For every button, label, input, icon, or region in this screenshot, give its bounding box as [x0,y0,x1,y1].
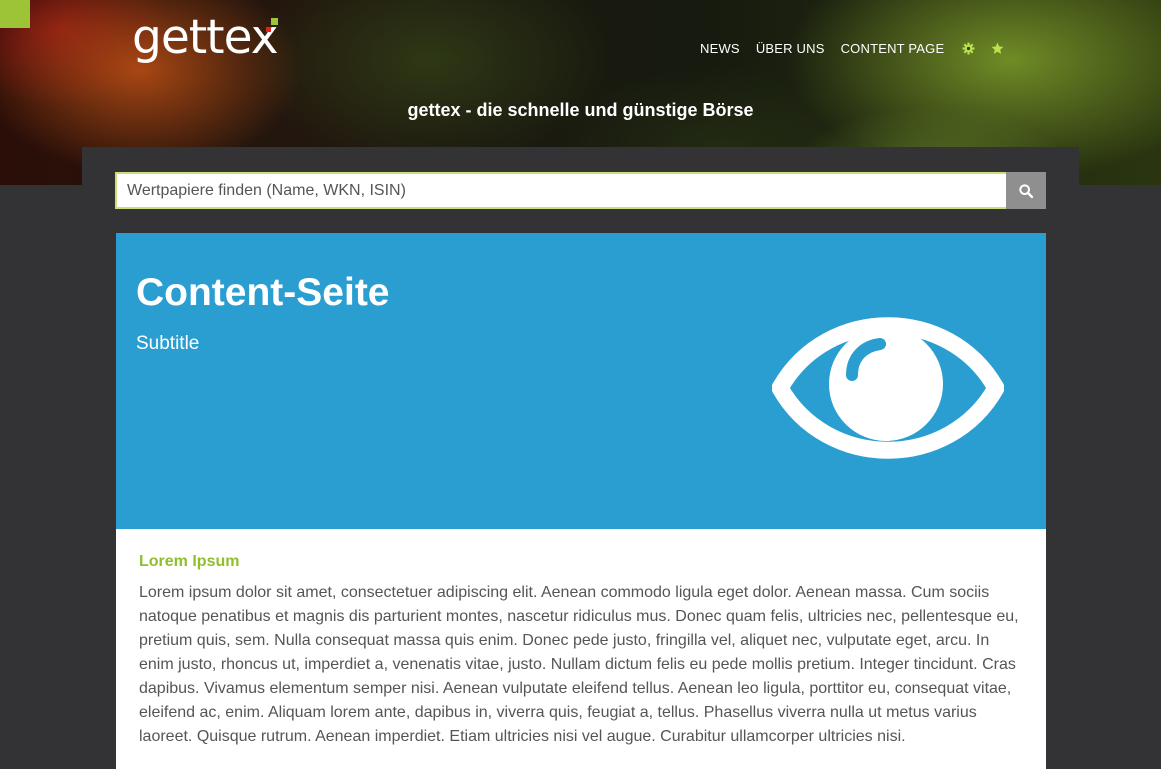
star-icon[interactable] [991,42,1004,55]
search-input[interactable] [115,172,1015,209]
logo-green-dot [271,18,278,25]
content-section: Lorem Ipsum Lorem ipsum dolor sit amet, … [116,529,1046,769]
nav-item-ueber-uns[interactable]: ÜBER UNS [756,41,825,56]
tagline: gettex - die schnelle und günstige Börse [407,100,754,120]
gear-icon[interactable] [962,42,975,55]
nav-item-news[interactable]: NEWS [700,41,740,56]
page-subtitle: Subtitle [136,333,200,354]
eye-icon [772,317,1004,459]
logo-red-dot [266,27,271,32]
nav-item-content-page[interactable]: CONTENT PAGE [841,41,945,56]
content-paragraph: Lorem ipsum dolor sit amet, consectetuer… [139,584,1019,745]
corner-accent [0,0,30,28]
content-heading: Lorem Ipsum [139,553,240,570]
page-title: Content-Seite [136,271,390,314]
gettex-logo[interactable]: gettex [132,10,279,66]
search-button[interactable] [1006,172,1046,209]
main-nav: NEWS ÜBER UNS CONTENT PAGE [700,41,1018,56]
search-icon [1019,183,1034,198]
content-banner: Content-Seite Subtitle [116,233,1046,529]
